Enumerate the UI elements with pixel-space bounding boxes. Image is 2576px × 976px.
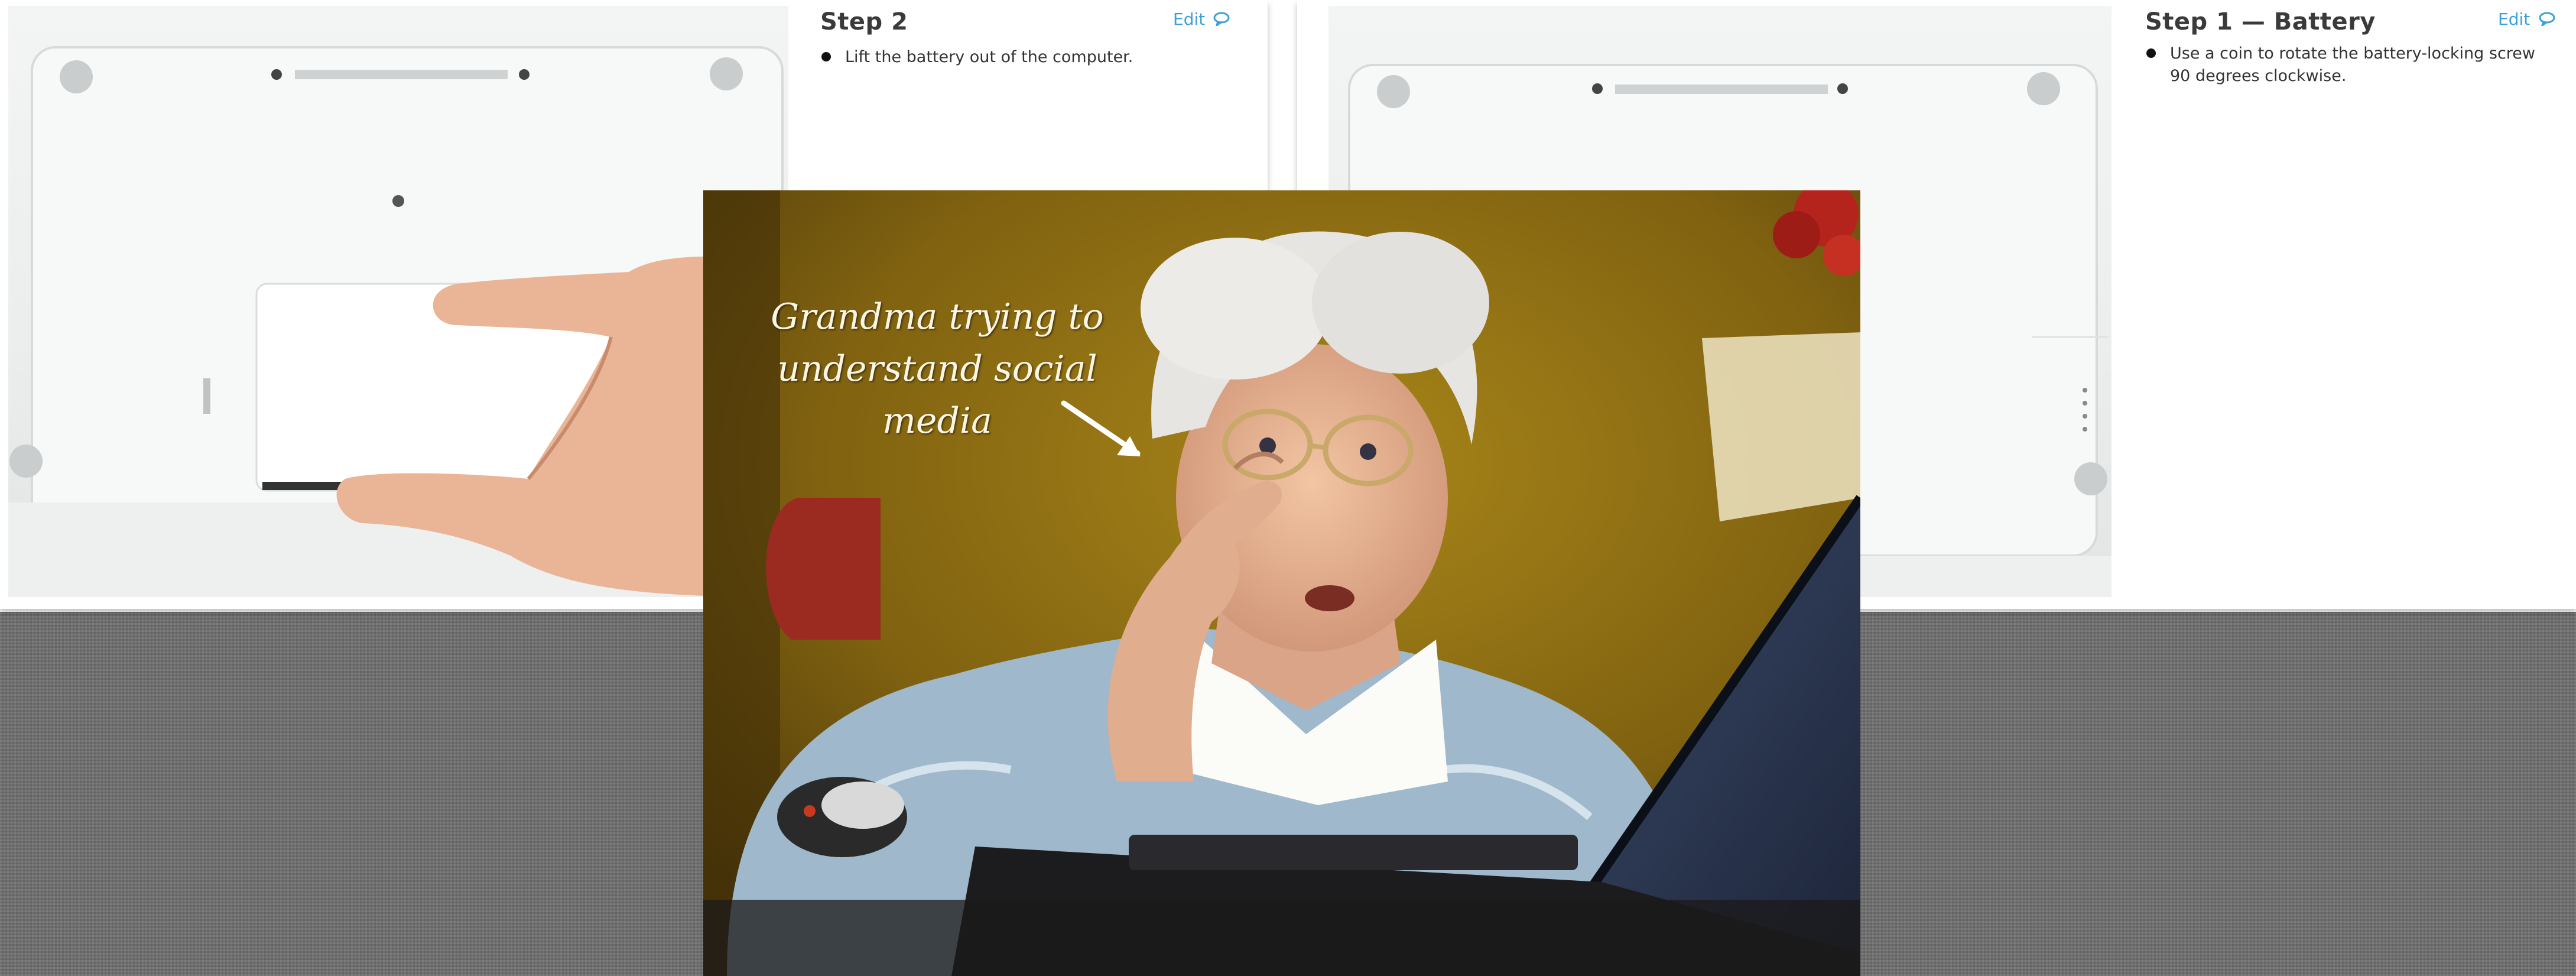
edit-link[interactable]: Edit [2498,9,2530,29]
bullet-icon [2146,48,2156,58]
step-photo-left [8,6,788,597]
bullet-text: Lift the battery out of the computer. [845,48,1133,66]
comment-icon[interactable] [1213,12,1230,26]
step-text-right: Step 1 — Battery [2145,8,2553,35]
bullet-item: Use a coin to rotate the battery-locking… [2146,43,2554,87]
meme-image: Grandma trying to understand social medi… [703,190,1860,976]
bullet-icon [821,52,831,61]
meme-caption: Grandma trying to understand social medi… [771,296,1104,442]
comment-icon[interactable] [2538,12,2556,26]
bullet-text: Use a coin to rotate the battery-locking… [2170,44,2535,85]
laptop-underside-image [8,46,788,597]
bullet-item: Lift the battery out of the computer. [821,46,1235,69]
edit-link[interactable]: Edit [1173,9,1205,29]
step-title: Step 1 — Battery [2145,8,2376,35]
